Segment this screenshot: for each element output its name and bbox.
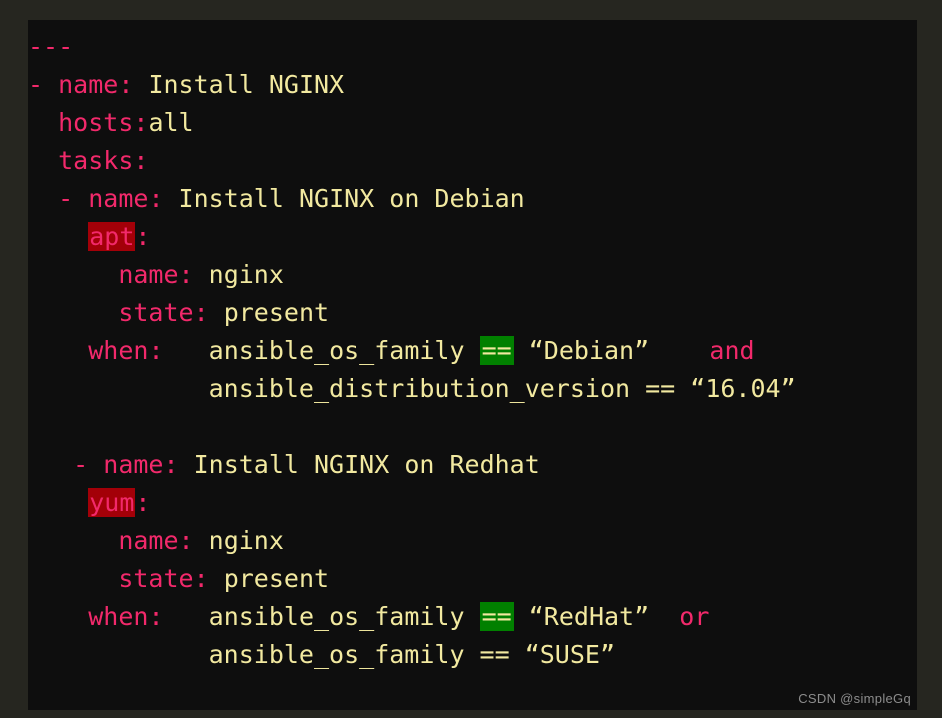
code-line-7: name: nginx bbox=[28, 256, 917, 294]
code-line-14: state: present bbox=[28, 560, 917, 598]
list-dash: - bbox=[28, 450, 104, 479]
value-task-name-debian: Install NGINX on Debian bbox=[163, 184, 525, 213]
code-line-6: apt: bbox=[28, 218, 917, 256]
value-package-state: present bbox=[208, 564, 330, 593]
value-play-name: Install NGINX bbox=[133, 70, 345, 99]
key-name: name bbox=[118, 260, 179, 289]
list-dash: - bbox=[28, 70, 59, 99]
yaml-document-start: --- bbox=[28, 32, 74, 61]
code-line-15-when-redhat: when: ansible_os_family == “RedHat” or bbox=[28, 598, 917, 636]
key-when: when bbox=[88, 336, 149, 365]
colon: : bbox=[193, 298, 209, 327]
operator-equals-highlighted: == bbox=[479, 602, 514, 631]
colon: : bbox=[135, 222, 151, 251]
condition-continuation-debian: ansible_distribution_version == “16.04” bbox=[208, 374, 796, 403]
key-name: name bbox=[103, 450, 164, 479]
colon: : bbox=[178, 526, 194, 555]
key-name: name bbox=[118, 526, 179, 555]
code-line-15-continuation: ansible_os_family == “SUSE” bbox=[28, 636, 917, 674]
code-line-5: - name: Install NGINX on Debian bbox=[28, 180, 917, 218]
condition-rhs-redhat: “RedHat” bbox=[513, 602, 650, 631]
key-state: state bbox=[118, 298, 194, 327]
code-panel: --- - name: Install NGINX hosts:all tasks… bbox=[28, 20, 917, 710]
screenshot-frame: --- - name: Install NGINX hosts:all tasks… bbox=[0, 0, 942, 718]
code-line-8: state: present bbox=[28, 294, 917, 332]
code-line-3: hosts:all bbox=[28, 104, 917, 142]
value-package-state: present bbox=[208, 298, 330, 327]
value-hosts: all bbox=[148, 108, 194, 137]
code-line-1: --- bbox=[28, 28, 917, 66]
yaml-code-block[interactable]: --- - name: Install NGINX hosts:all tasks… bbox=[28, 20, 917, 674]
colon: : bbox=[135, 488, 151, 517]
key-when: when bbox=[88, 602, 149, 631]
code-line-11: - name: Install NGINX on Redhat bbox=[28, 446, 917, 484]
key-tasks: tasks bbox=[58, 146, 134, 175]
module-yum-highlighted: yum bbox=[88, 488, 136, 517]
colon: : bbox=[148, 602, 164, 631]
code-line-12: yum: bbox=[28, 484, 917, 522]
colon: : bbox=[193, 564, 209, 593]
value-task-name-redhat: Install NGINX on Redhat bbox=[178, 450, 540, 479]
colon: : bbox=[133, 146, 149, 175]
condition-lhs-redhat: ansible_os_family bbox=[208, 602, 480, 631]
key-state: state bbox=[118, 564, 194, 593]
code-line-13: name: nginx bbox=[28, 522, 917, 560]
value-package-name: nginx bbox=[193, 260, 284, 289]
value-package-name: nginx bbox=[193, 526, 284, 555]
code-line-9-when-debian: when: ansible_os_family == “Debian” and bbox=[28, 332, 917, 370]
code-line-2: - name: Install NGINX bbox=[28, 66, 917, 104]
code-line-9-continuation: ansible_distribution_version == “16.04” bbox=[28, 370, 917, 408]
key-name: name bbox=[88, 184, 149, 213]
list-dash: - bbox=[28, 184, 89, 213]
colon: : bbox=[148, 184, 164, 213]
condition-continuation-redhat: ansible_os_family == “SUSE” bbox=[208, 640, 616, 669]
code-line-4: tasks: bbox=[28, 142, 917, 180]
module-apt-highlighted: apt bbox=[88, 222, 136, 251]
logical-operator-or: or bbox=[679, 602, 710, 631]
watermark: CSDN @simpleGq bbox=[798, 691, 911, 706]
colon: : bbox=[133, 108, 149, 137]
key-name: name bbox=[58, 70, 119, 99]
colon: : bbox=[163, 450, 179, 479]
colon: : bbox=[118, 70, 134, 99]
logical-operator-and: and bbox=[709, 336, 755, 365]
colon: : bbox=[148, 336, 164, 365]
colon: : bbox=[178, 260, 194, 289]
condition-lhs-debian: ansible_os_family bbox=[208, 336, 480, 365]
condition-rhs-debian: “Debian” bbox=[513, 336, 650, 365]
operator-equals-highlighted: == bbox=[479, 336, 514, 365]
key-hosts: hosts bbox=[58, 108, 134, 137]
